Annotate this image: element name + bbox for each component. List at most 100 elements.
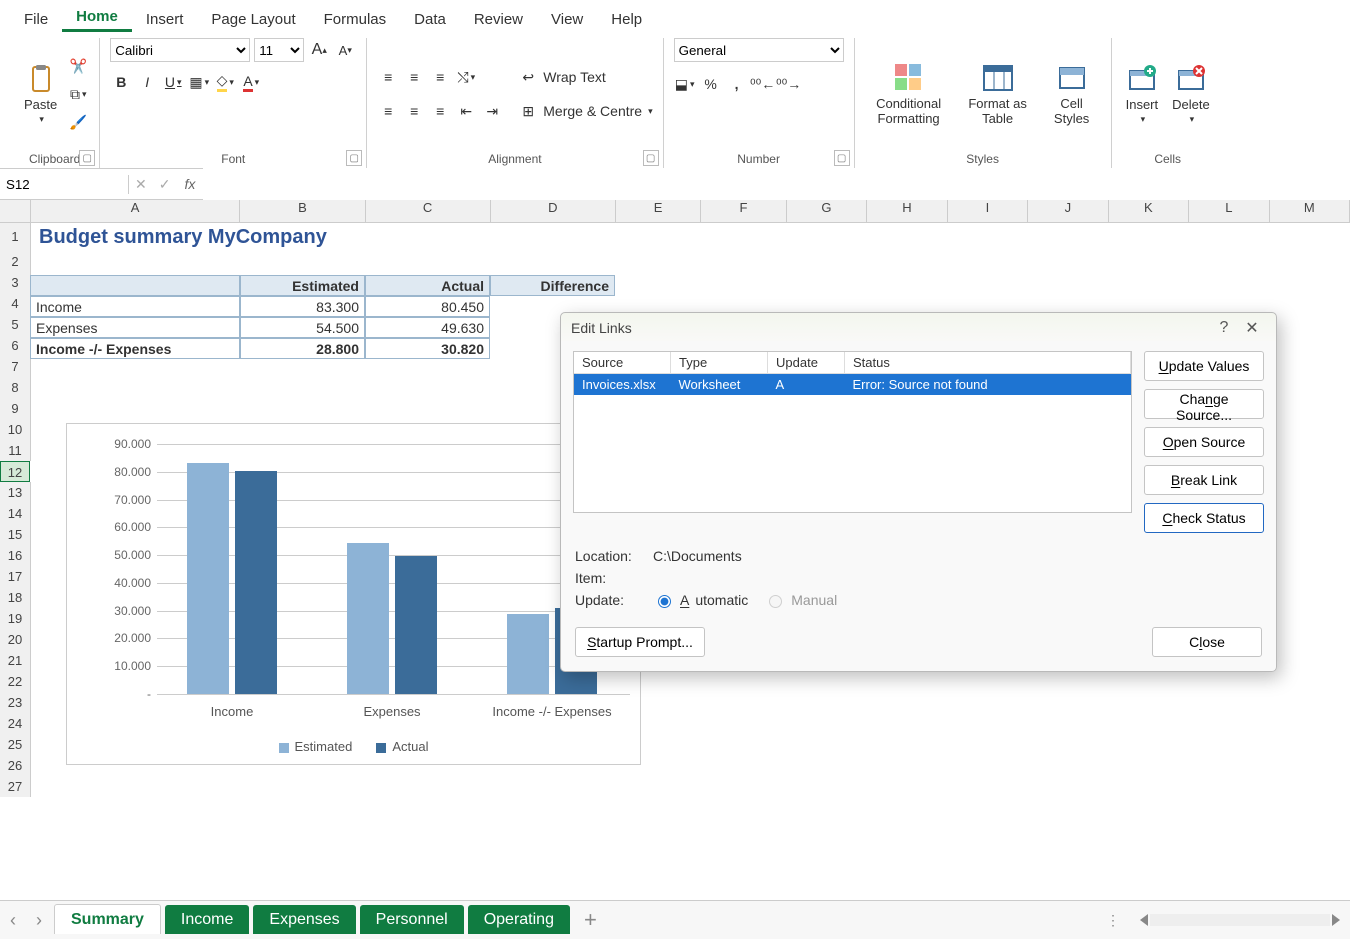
col-header-M[interactable]: M (1270, 200, 1350, 222)
tab-nav-prev[interactable]: ‹ (0, 910, 26, 931)
increase-font-icon[interactable]: A▴ (308, 38, 330, 62)
increase-decimal-icon[interactable]: ⁰⁰← (752, 72, 774, 96)
row-header-24[interactable]: 24 (0, 713, 31, 734)
align-left-icon[interactable]: ≡ (377, 99, 399, 123)
startup-prompt-button[interactable]: Startup Prompt... (575, 627, 705, 657)
enter-icon[interactable]: ✓ (153, 176, 177, 193)
font-color-button[interactable]: A▾ (240, 70, 262, 94)
row-header-26[interactable]: 26 (0, 755, 31, 776)
change-source-button[interactable]: Change Source... (1144, 389, 1264, 419)
col-header-I[interactable]: I (948, 200, 1028, 222)
number-dialog-launcher[interactable]: ▢ (834, 150, 850, 166)
col-header-K[interactable]: K (1109, 200, 1189, 222)
font-name-select[interactable]: Calibri (110, 38, 250, 62)
dialog-help-button[interactable]: ? (1210, 319, 1238, 337)
fx-icon[interactable]: fx (176, 176, 203, 192)
delete-cells-button[interactable]: Delete▾ (1168, 61, 1214, 127)
merge-centre-button[interactable]: ⊞ Merge & Centre ▾ (517, 99, 652, 123)
decrease-indent-icon[interactable]: ⇤ (455, 99, 477, 123)
tab-options[interactable]: ⋮ (1096, 912, 1130, 929)
align-middle-icon[interactable]: ≡ (403, 65, 425, 89)
cell-styles-button[interactable]: Cell Styles (1043, 60, 1101, 128)
col-status[interactable]: Status (845, 352, 1131, 374)
decrease-font-icon[interactable]: A▾ (334, 38, 356, 62)
menu-view[interactable]: View (537, 7, 597, 32)
row-header-18[interactable]: 18 (0, 587, 31, 608)
row-header-17[interactable]: 17 (0, 566, 31, 587)
font-dialog-launcher[interactable]: ▢ (346, 150, 362, 166)
col-update[interactable]: Update (768, 352, 845, 374)
col-header-L[interactable]: L (1189, 200, 1269, 222)
row-header-22[interactable]: 22 (0, 671, 31, 692)
sheet-tab-income[interactable]: Income (165, 905, 249, 934)
row-header-7[interactable]: 7 (0, 356, 31, 377)
row-header-15[interactable]: 15 (0, 524, 31, 545)
col-header-E[interactable]: E (616, 200, 701, 222)
menu-insert[interactable]: Insert (132, 7, 198, 32)
row-header-1[interactable]: 1 (0, 223, 31, 251)
align-right-icon[interactable]: ≡ (429, 99, 451, 123)
number-format-select[interactable]: General (674, 38, 844, 62)
row-header-14[interactable]: 14 (0, 503, 31, 524)
menu-file[interactable]: File (10, 7, 62, 32)
row-header-21[interactable]: 21 (0, 650, 31, 671)
alignment-dialog-launcher[interactable]: ▢ (643, 150, 659, 166)
percent-icon[interactable]: % (700, 72, 722, 96)
accounting-format-icon[interactable]: ⬓▾ (674, 72, 696, 96)
row-header-3[interactable]: 3 (0, 272, 31, 293)
bold-button[interactable]: B (110, 70, 132, 94)
col-header-H[interactable]: H (867, 200, 947, 222)
orientation-icon[interactable]: ⤭▾ (455, 65, 477, 89)
align-center-icon[interactable]: ≡ (403, 99, 425, 123)
row-header-5[interactable]: 5 (0, 314, 31, 335)
menu-review[interactable]: Review (460, 7, 537, 32)
menu-data[interactable]: Data (400, 7, 460, 32)
col-header-D[interactable]: D (491, 200, 616, 222)
align-top-icon[interactable]: ≡ (377, 65, 399, 89)
menu-help[interactable]: Help (597, 7, 656, 32)
col-header-C[interactable]: C (366, 200, 491, 222)
format-painter-icon[interactable]: 🖌️ (67, 110, 89, 134)
menu-home[interactable]: Home (62, 4, 132, 32)
row-header-16[interactable]: 16 (0, 545, 31, 566)
cut-icon[interactable]: ✂️ (67, 54, 89, 78)
formula-input[interactable] (203, 168, 1350, 200)
row-header-8[interactable]: 8 (0, 377, 31, 398)
name-box[interactable] (0, 175, 129, 194)
links-table[interactable]: Source Type Update Status Invoices.xlsx … (573, 351, 1132, 513)
sheet-tab-operating[interactable]: Operating (468, 905, 570, 934)
conditional-formatting-button[interactable]: Conditional Formatting (865, 60, 953, 128)
row-header-10[interactable]: 10 (0, 419, 31, 440)
update-values-button[interactable]: Update Values (1144, 351, 1264, 381)
close-button[interactable]: Close (1152, 627, 1262, 657)
col-header-G[interactable]: G (787, 200, 867, 222)
break-link-button[interactable]: Break Link (1144, 465, 1264, 495)
sheet-tab-personnel[interactable]: Personnel (360, 905, 464, 934)
update-manual-radio[interactable]: Manual (764, 592, 837, 608)
row-header-20[interactable]: 20 (0, 629, 31, 650)
sheet-tab-summary[interactable]: Summary (54, 904, 161, 934)
row-header-19[interactable]: 19 (0, 608, 31, 629)
row-header-23[interactable]: 23 (0, 692, 31, 713)
comma-icon[interactable]: , (726, 72, 748, 96)
col-type[interactable]: Type (671, 352, 768, 374)
row-header-9[interactable]: 9 (0, 398, 31, 419)
underline-button[interactable]: U▾ (162, 70, 184, 94)
col-source[interactable]: Source (574, 352, 671, 374)
wrap-text-button[interactable]: ↩ Wrap Text (517, 65, 652, 89)
copy-icon[interactable]: ⧉▾ (67, 82, 89, 106)
budget-chart[interactable]: Estimated Actual -10.00020.00030.00040.0… (66, 423, 641, 765)
row-header-2[interactable]: 2 (0, 251, 31, 272)
menu-formulas[interactable]: Formulas (310, 7, 401, 32)
col-header-B[interactable]: B (240, 200, 365, 222)
align-bottom-icon[interactable]: ≡ (429, 65, 451, 89)
border-button[interactable]: ▦▾ (188, 70, 210, 94)
decrease-decimal-icon[interactable]: ⁰⁰→ (778, 72, 800, 96)
row-header-12[interactable]: 12 (0, 461, 30, 482)
check-status-button[interactable]: Check Status (1144, 503, 1264, 533)
row-header-27[interactable]: 27 (0, 776, 31, 797)
col-header-A[interactable]: A (31, 200, 241, 222)
insert-cells-button[interactable]: Insert▾ (1122, 61, 1163, 127)
sheet-tab-expenses[interactable]: Expenses (253, 905, 355, 934)
row-header-6[interactable]: 6 (0, 335, 31, 356)
